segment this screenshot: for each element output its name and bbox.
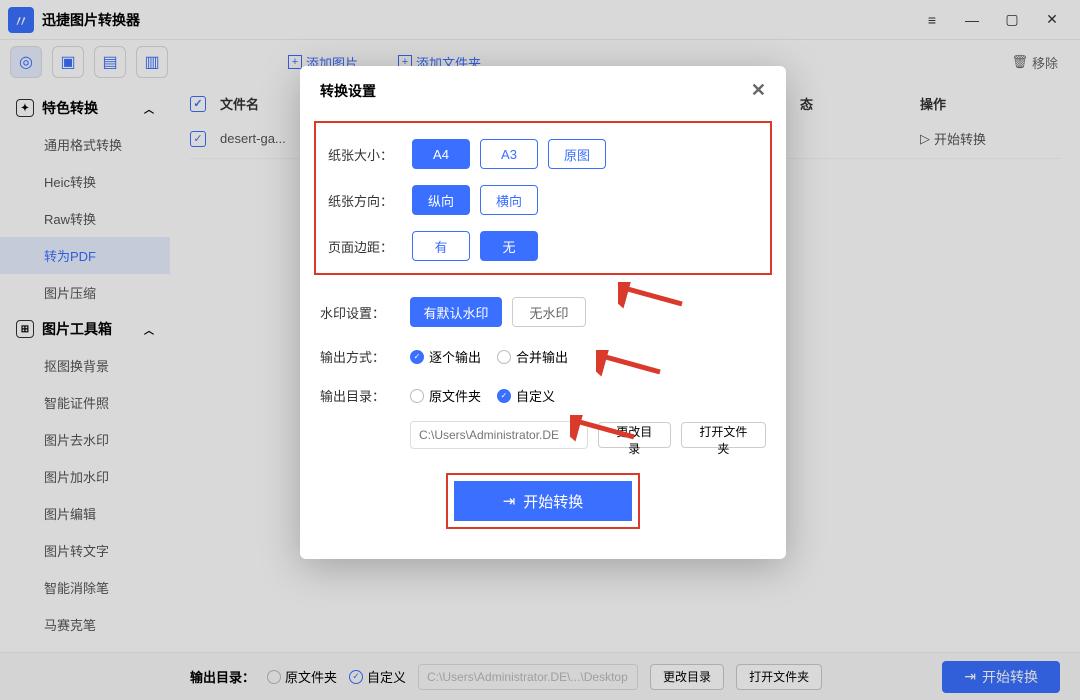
modal-highlight-box: 纸张大小： A4 A3 原图 纸张方向： 纵向 横向 页面边距： 有 无	[314, 121, 772, 275]
paper-size-original[interactable]: 原图	[548, 139, 606, 169]
output-dir-label: 输出目录：	[320, 386, 410, 405]
margin-label: 页面边距：	[328, 237, 412, 256]
start-highlight-box: ⇥ 开始转换	[446, 473, 640, 529]
paper-size-a3[interactable]: A3	[480, 139, 538, 169]
margin-yes[interactable]: 有	[412, 231, 470, 261]
dir-custom[interactable]: 自定义	[497, 386, 555, 405]
paper-size-row: 纸张大小： A4 A3 原图	[320, 131, 766, 177]
orient-landscape[interactable]: 横向	[480, 185, 538, 215]
output-path-row: 更改目录 打开文件夹	[410, 421, 766, 449]
modal-change-button[interactable]: 更改目录	[598, 422, 671, 448]
output-dir-row: 输出目录： 原文件夹 自定义	[300, 376, 786, 415]
modal-start-button[interactable]: ⇥ 开始转换	[454, 481, 632, 521]
output-merge[interactable]: 合并输出	[497, 347, 568, 366]
watermark-label: 水印设置：	[320, 303, 410, 322]
orientation-label: 纸张方向：	[328, 191, 412, 210]
output-mode-label: 输出方式：	[320, 347, 410, 366]
output-path-input[interactable]	[410, 421, 588, 449]
margin-row: 页面边距： 有 无	[320, 223, 766, 269]
watermark-none[interactable]: 无水印	[512, 297, 586, 327]
modal-title: 转换设置	[320, 81, 376, 101]
margin-no[interactable]: 无	[480, 231, 538, 261]
output-each[interactable]: 逐个输出	[410, 347, 481, 366]
modal-open-button[interactable]: 打开文件夹	[681, 422, 766, 448]
modal-close-button[interactable]: ✕	[751, 80, 766, 101]
paper-size-label: 纸张大小：	[328, 145, 412, 164]
orientation-row: 纸张方向： 纵向 横向	[320, 177, 766, 223]
output-mode-row: 输出方式： 逐个输出 合并输出	[300, 337, 786, 376]
modal-header: 转换设置 ✕	[300, 66, 786, 115]
settings-modal: 转换设置 ✕ 纸张大小： A4 A3 原图 纸张方向： 纵向 横向 页面边距： …	[300, 66, 786, 559]
dir-original[interactable]: 原文件夹	[410, 386, 481, 405]
orient-portrait[interactable]: 纵向	[412, 185, 470, 215]
watermark-default[interactable]: 有默认水印	[410, 297, 502, 327]
watermark-row: 水印设置： 有默认水印 无水印	[300, 287, 786, 337]
paper-size-a4[interactable]: A4	[412, 139, 470, 169]
